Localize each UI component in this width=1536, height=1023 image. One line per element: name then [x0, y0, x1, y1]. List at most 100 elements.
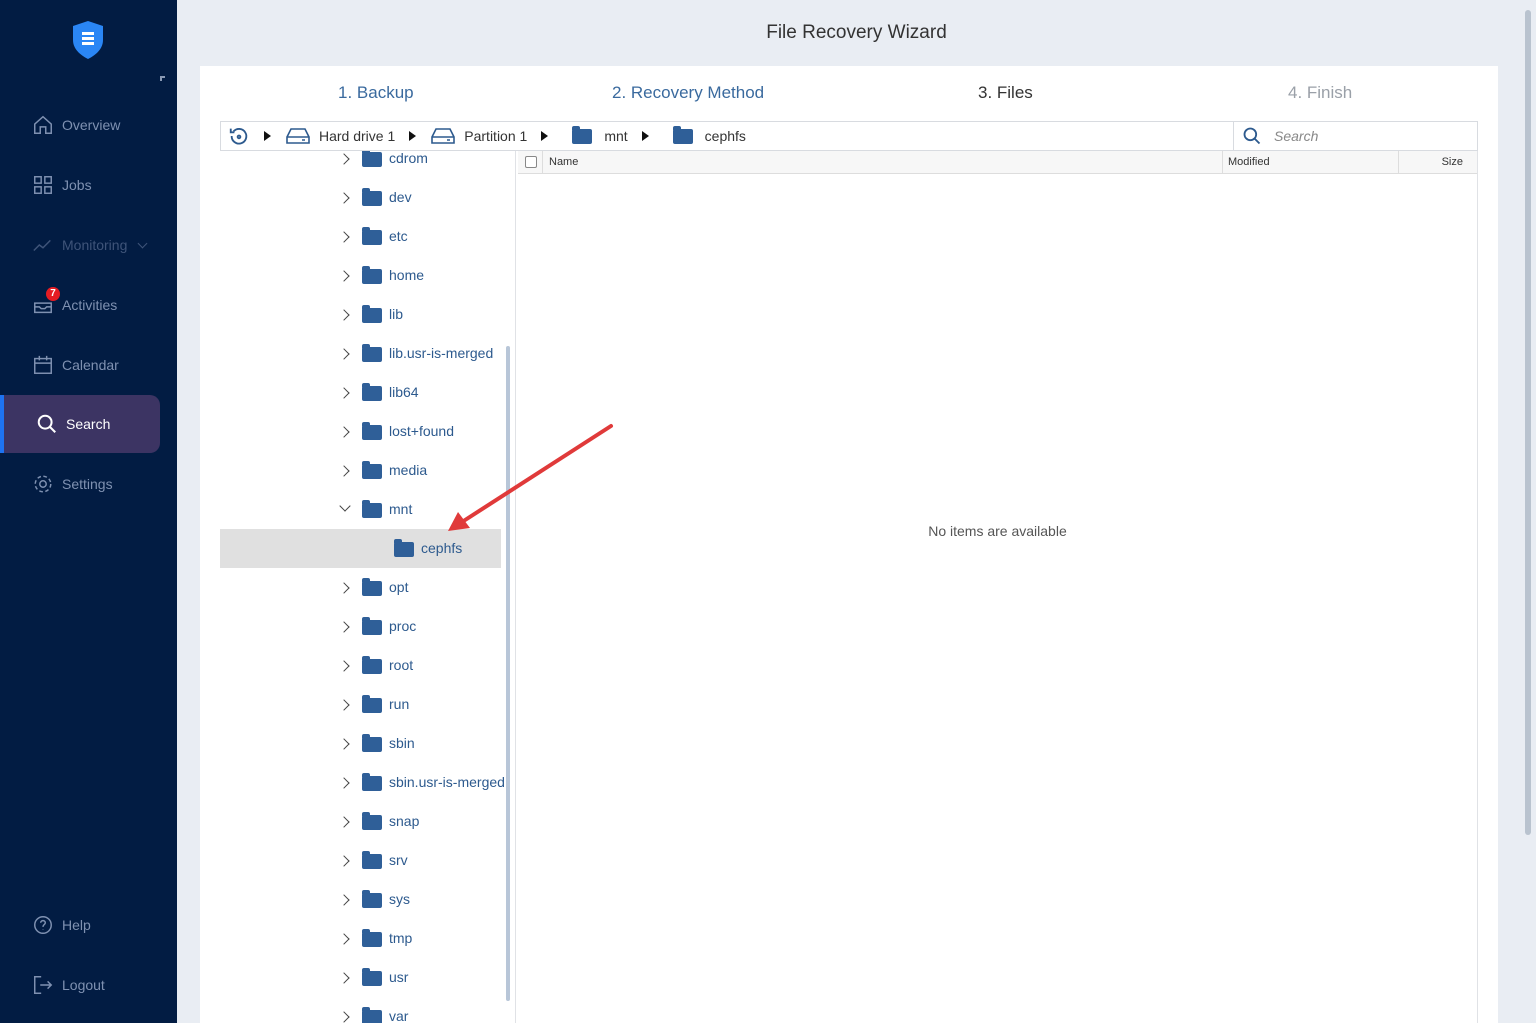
tree-item-label: sys: [389, 891, 410, 907]
folder-icon: [362, 461, 382, 479]
gear-icon: [34, 475, 52, 493]
chevron-right-icon[interactable]: [338, 386, 350, 399]
breadcrumb-mnt[interactable]: mnt: [604, 128, 627, 144]
chevron-right-icon[interactable]: [338, 191, 350, 204]
help-icon: [34, 916, 52, 934]
tree-item-label: cdrom: [389, 151, 428, 166]
chevron-right-icon[interactable]: [338, 620, 350, 633]
folder-icon: [362, 851, 382, 869]
home-icon: [34, 115, 52, 134]
tree-item-sbin[interactable]: sbin: [220, 724, 501, 763]
page-scrollbar[interactable]: [1525, 10, 1531, 835]
folder-icon: [362, 1007, 382, 1023]
collapse-sidebar-handle[interactable]: [160, 76, 165, 81]
chevron-right-icon[interactable]: [338, 581, 350, 594]
chevron-right-icon[interactable]: [338, 971, 350, 984]
tree-item-lib-usr-is-merged[interactable]: lib.usr-is-merged: [220, 334, 501, 373]
tree-item-usr[interactable]: usr: [220, 958, 501, 997]
tree-item-cdrom[interactable]: cdrom: [220, 151, 501, 178]
sidebar-item-monitoring[interactable]: Monitoring: [4, 216, 160, 274]
label: Logout: [62, 977, 105, 993]
column-name[interactable]: Name: [549, 156, 578, 168]
step-recovery-method[interactable]: 2. Recovery Method: [612, 83, 764, 103]
tree-item-run[interactable]: run: [220, 685, 501, 724]
sidebar-item-jobs[interactable]: Jobs: [4, 156, 160, 214]
folder-icon: [362, 266, 382, 284]
chevron-right-icon[interactable]: [338, 308, 350, 321]
chevron-right-icon[interactable]: [338, 698, 350, 711]
breadcrumb-cephfs[interactable]: cephfs: [705, 128, 746, 144]
tree-item-label: lib.usr-is-merged: [389, 345, 494, 361]
tree-item-lib[interactable]: lib: [220, 295, 501, 334]
chevron-right-icon[interactable]: [338, 1010, 350, 1023]
label: Activities: [62, 297, 118, 313]
tree-item-label: lost+found: [389, 423, 454, 439]
tree-item-media[interactable]: media: [220, 451, 501, 490]
table-header: Name Modified Size: [518, 151, 1477, 174]
chevron-right-icon[interactable]: [338, 152, 350, 165]
folder-tree: cdrom dev etc home lib lib.usr-is-merged lib64…: [220, 151, 516, 1023]
chevron-right-icon[interactable]: [338, 854, 350, 867]
select-all-checkbox[interactable]: [525, 156, 537, 168]
chevron-down-icon[interactable]: [339, 500, 351, 512]
folder-icon: [672, 125, 693, 144]
logout-icon: [34, 976, 53, 994]
chevron-right-icon[interactable]: [338, 815, 350, 828]
chevron-right-icon[interactable]: [338, 893, 350, 906]
tree-item-dev[interactable]: dev: [220, 178, 501, 217]
chevron-right-icon[interactable]: [338, 932, 350, 945]
wizard-panel: 1. Backup 2. Recovery Method 3. Files 4.…: [200, 66, 1498, 1023]
tree-item-srv[interactable]: srv: [220, 841, 501, 880]
label: Jobs: [62, 177, 92, 193]
sidebar-item-settings[interactable]: Settings: [4, 455, 160, 513]
refresh-icon[interactable]: [228, 125, 250, 147]
tree-item-home[interactable]: home: [220, 256, 501, 295]
folder-icon: [362, 578, 382, 596]
breadcrumb-partition[interactable]: Partition 1: [464, 128, 527, 144]
sidebar-item-overview[interactable]: Overview: [4, 96, 160, 154]
tree-item-etc[interactable]: etc: [220, 217, 501, 256]
empty-message: No items are available: [928, 523, 1067, 539]
chevron-right-icon[interactable]: [338, 464, 350, 477]
search-input[interactable]: Search: [1233, 122, 1478, 150]
step-files[interactable]: 3. Files: [978, 83, 1033, 103]
folder-icon: [362, 812, 382, 830]
tree-item-tmp[interactable]: tmp: [220, 919, 501, 958]
tree-item-sbin-usr-is-merged[interactable]: sbin.usr-is-merged: [220, 763, 505, 802]
tree-item-var[interactable]: var: [220, 997, 501, 1023]
folder-icon: [362, 151, 382, 167]
sidebar-item-activities[interactable]: Activities: [4, 276, 160, 334]
column-size[interactable]: Size: [1442, 156, 1463, 168]
column-modified[interactable]: Modified: [1228, 156, 1270, 168]
step-backup[interactable]: 1. Backup: [338, 83, 414, 103]
tree-item-root[interactable]: root: [220, 646, 501, 685]
chevron-right-icon[interactable]: [338, 269, 350, 282]
tree-item-lost-found[interactable]: lost+found: [220, 412, 501, 451]
chevron-right-icon[interactable]: [338, 347, 350, 360]
tree-item-label: sbin.usr-is-merged: [389, 774, 505, 790]
label: Help: [62, 917, 91, 933]
tree-item-proc[interactable]: proc: [220, 607, 501, 646]
sidebar-item-help[interactable]: Help: [4, 896, 160, 954]
tree-item-snap[interactable]: snap: [220, 802, 501, 841]
tree-item-lib64[interactable]: lib64: [220, 373, 501, 412]
tree-item-cephfs[interactable]: cephfs: [220, 529, 501, 568]
tree-item-sys[interactable]: sys: [220, 880, 501, 919]
tree-scrollbar[interactable]: [506, 346, 510, 1001]
tree-item-label: mnt: [389, 501, 413, 517]
chevron-right-icon[interactable]: [338, 659, 350, 672]
sidebar-item-calendar[interactable]: Calendar: [4, 336, 160, 394]
sidebar-item-logout[interactable]: Logout: [4, 956, 160, 1014]
chevron-right-icon[interactable]: [338, 425, 350, 438]
search-icon: [1243, 127, 1261, 145]
tree-item-opt[interactable]: opt: [220, 568, 501, 607]
caret-right-icon: [264, 131, 271, 141]
chevron-right-icon[interactable]: [338, 737, 350, 750]
tree-item-mnt[interactable]: mnt: [220, 490, 501, 529]
sidebar-item-search[interactable]: Search: [0, 395, 160, 453]
chevron-right-icon[interactable]: [338, 776, 350, 789]
breadcrumb-hard-drive[interactable]: Hard drive 1: [319, 128, 395, 144]
chevron-right-icon[interactable]: [338, 230, 350, 243]
tree-item-label: opt: [389, 579, 409, 595]
tree-item-label: usr: [389, 969, 409, 985]
